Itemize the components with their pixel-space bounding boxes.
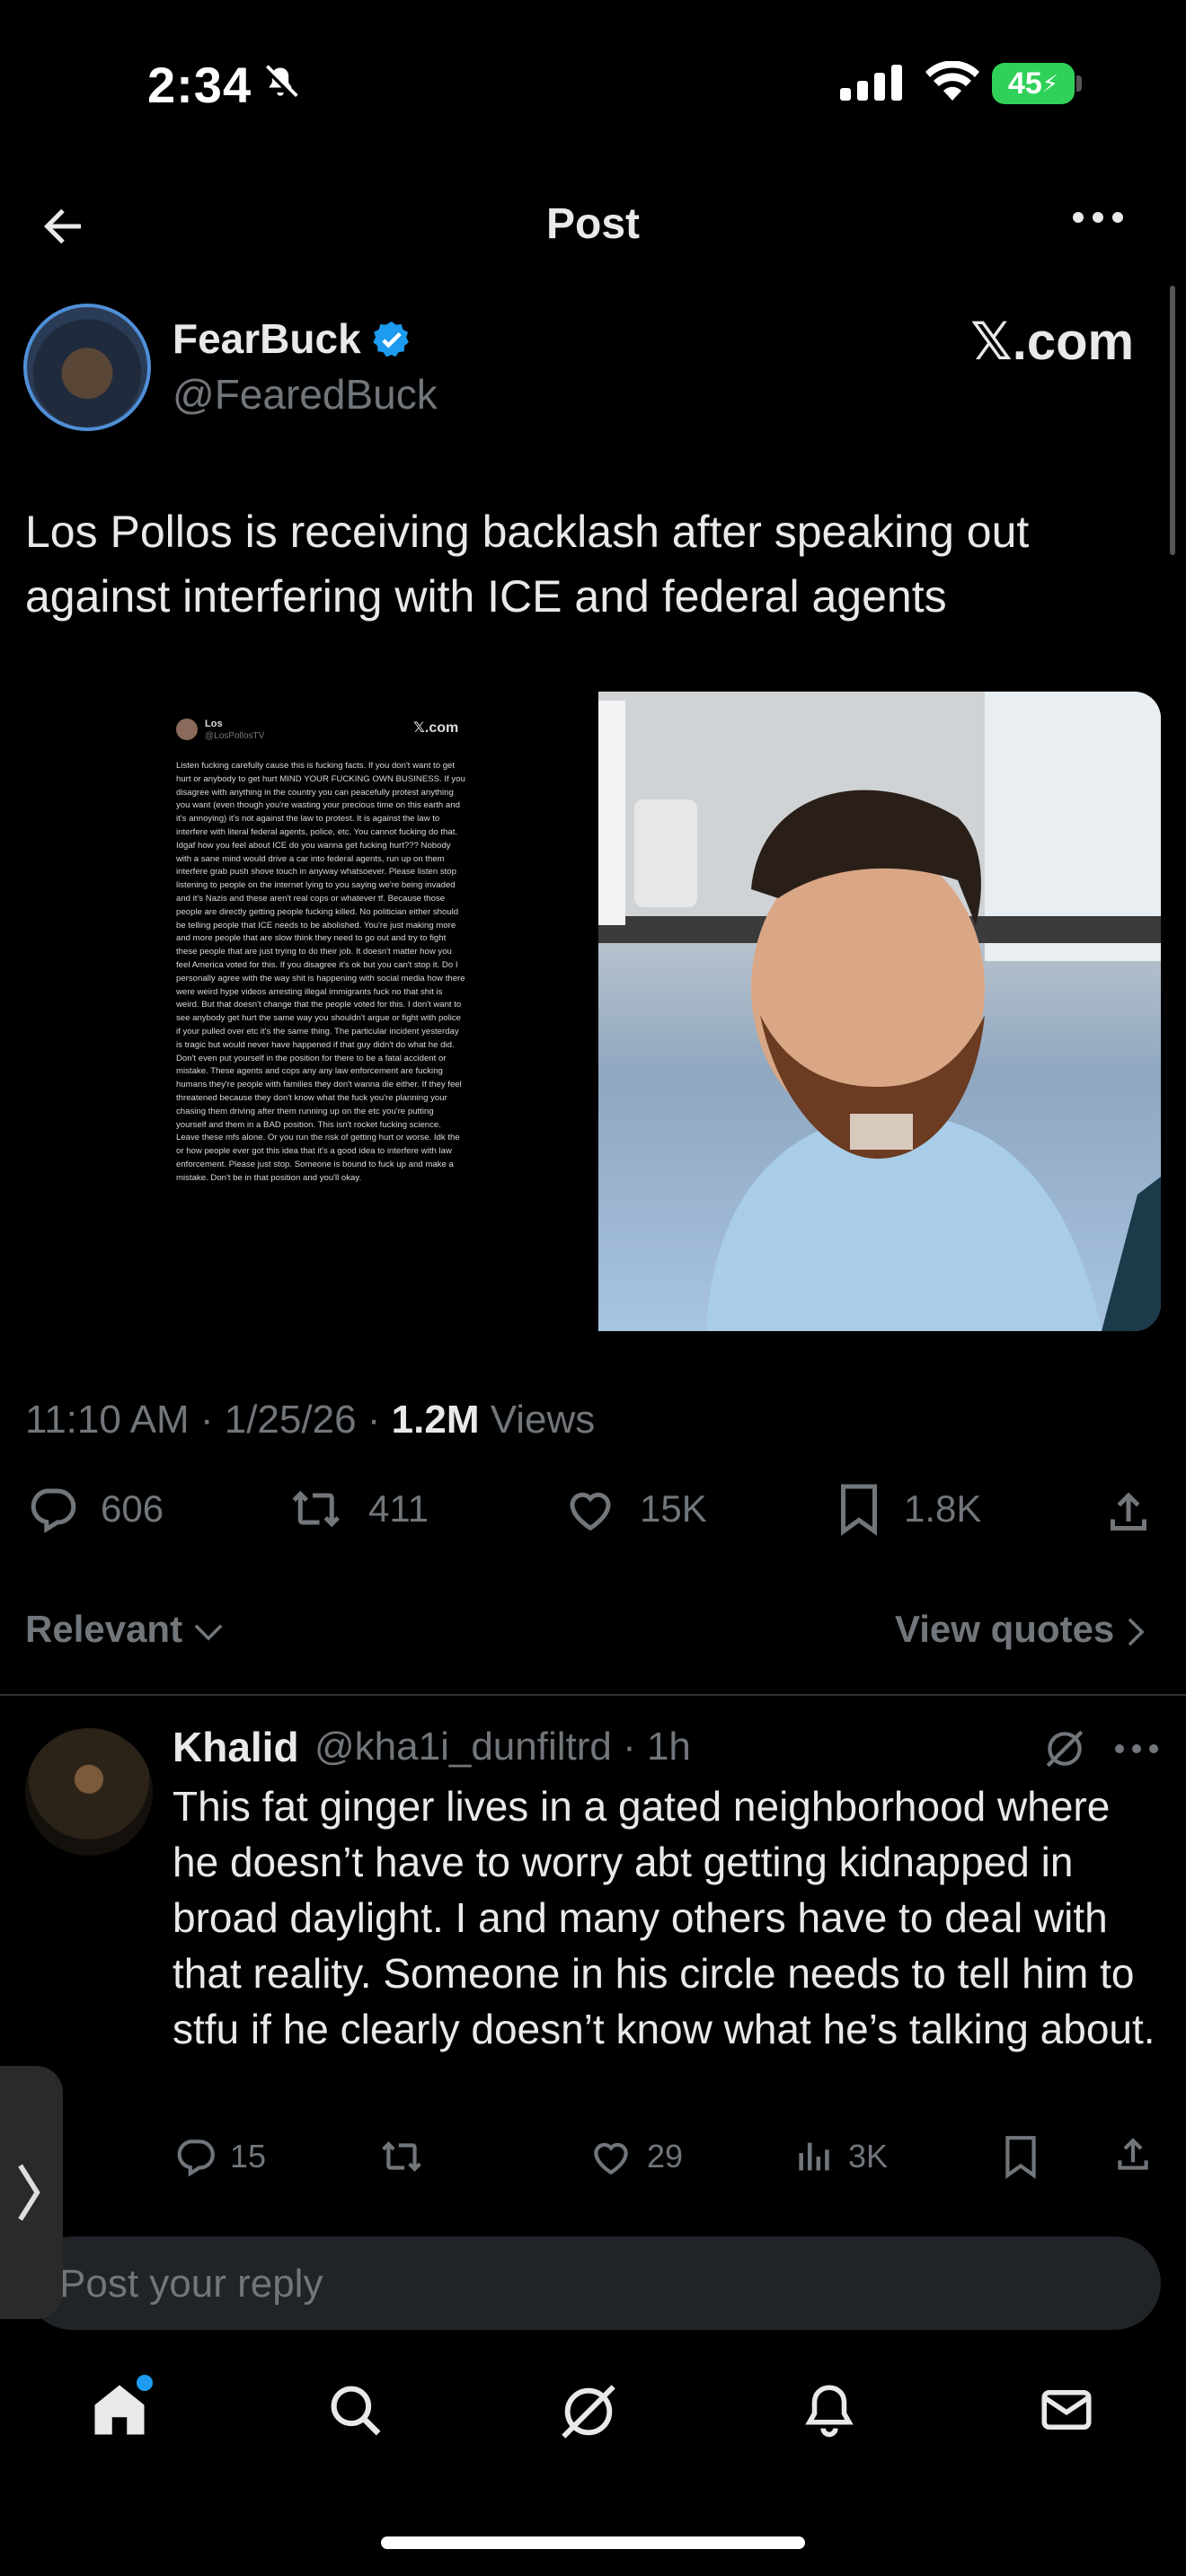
reply-author-name[interactable]: Khalid	[173, 1723, 299, 1771]
reply-more-icon[interactable]	[1114, 1742, 1159, 1755]
reply-icon	[31, 1488, 76, 1534]
relevant-filter[interactable]: Relevant	[25, 1608, 224, 1651]
photo-illustration	[598, 692, 1161, 1331]
messages-icon[interactable]	[1037, 2380, 1096, 2439]
author-handle[interactable]: @FearedBuck	[173, 370, 438, 419]
repost-action[interactable]: 411	[288, 1482, 429, 1536]
chevron-down-icon	[194, 1624, 223, 1641]
cellular-signal-icon	[840, 65, 902, 101]
silent-bell-icon	[263, 65, 298, 100]
post-timestamp: 11:10 AM · 1/25/26 ·	[25, 1398, 392, 1442]
battery-tip	[1076, 75, 1082, 92]
reply-placeholder[interactable]: Post your reply	[59, 2262, 323, 2307]
views-label: Views	[479, 1398, 596, 1442]
reply-icon	[177, 2139, 215, 2177]
wifi-icon	[925, 61, 979, 101]
bookmark-count: 1.8K	[904, 1487, 982, 1530]
share-icon[interactable]	[1111, 2132, 1155, 2177]
chevron-right-icon	[18, 2164, 40, 2221]
bookmark-icon	[841, 1484, 877, 1536]
embedded-watermark: 𝕏.com	[413, 720, 459, 736]
search-icon[interactable]	[325, 2380, 385, 2439]
reply-views-action[interactable]: 3K	[794, 2134, 888, 2179]
scrollbar[interactable]	[1170, 286, 1175, 555]
relevant-label: Relevant	[25, 1608, 183, 1650]
repost-icon[interactable]	[377, 2134, 428, 2179]
battery-indicator: 45 ⚡	[992, 63, 1075, 104]
status-time: 2:34	[147, 57, 252, 113]
bookmark-icon[interactable]	[1001, 2134, 1040, 2179]
author-name[interactable]: FearBuck	[173, 314, 361, 363]
reply-reply-count: 15	[230, 2138, 267, 2175]
reply-views-count: 3K	[848, 2138, 889, 2175]
reply-handle-time[interactable]: @kha1i_dunfiltrd · 1h	[314, 1725, 691, 1769]
view-quotes-link[interactable]: View quotes	[895, 1608, 1146, 1651]
view-quotes-label: View quotes	[895, 1608, 1115, 1650]
like-icon	[594, 2142, 628, 2175]
reply-avatar[interactable]	[25, 1728, 153, 1856]
embedded-handle: @LosPollosTV	[205, 731, 265, 741]
notifications-icon[interactable]	[800, 2380, 859, 2439]
side-panel-handle[interactable]	[0, 2066, 63, 2319]
embedded-name: Los	[205, 719, 223, 729]
like-action[interactable]: 15K	[562, 1482, 707, 1536]
bookmark-action[interactable]: 1.8K	[836, 1482, 981, 1536]
post-text: Los Pollos is receiving backlash after s…	[25, 507, 1030, 622]
reply-like-count: 29	[647, 2138, 684, 2175]
reply-count: 606	[101, 1487, 164, 1530]
post-meta: 11:10 AM · 1/25/26 · 1.2M Views	[25, 1398, 595, 1442]
x-watermark: 𝕏.com	[970, 313, 1135, 371]
grok-icon[interactable]	[1042, 1726, 1087, 1771]
verified-badge-icon	[373, 321, 409, 357]
repost-icon	[292, 1490, 340, 1528]
author-avatar[interactable]	[23, 304, 151, 431]
home-notification-dot	[137, 2375, 153, 2391]
more-icon[interactable]	[1071, 208, 1125, 226]
media-photo[interactable]	[598, 692, 1161, 1331]
reply-like-action[interactable]: 29	[588, 2134, 683, 2179]
chevron-right-icon	[1128, 1618, 1145, 1646]
views-icon	[799, 2142, 829, 2171]
home-indicator	[381, 2536, 805, 2549]
divider	[0, 1694, 1186, 1696]
reply-action[interactable]: 606	[25, 1482, 164, 1536]
reply-reply-action[interactable]: 15	[173, 2134, 266, 2179]
views-count: 1.2M	[391, 1398, 480, 1442]
share-icon[interactable]	[1102, 1486, 1155, 1539]
like-icon	[570, 1492, 611, 1531]
embedded-avatar	[176, 719, 198, 740]
like-count: 15K	[640, 1487, 707, 1530]
page-title: Post	[545, 200, 640, 248]
embedded-text: Listen fucking carefully cause this is f…	[176, 761, 465, 1183]
reply-text: This fat ginger lives in a gated neighbo…	[173, 1783, 1155, 2052]
grok-icon[interactable]	[557, 2380, 620, 2443]
repost-count: 411	[368, 1487, 429, 1530]
